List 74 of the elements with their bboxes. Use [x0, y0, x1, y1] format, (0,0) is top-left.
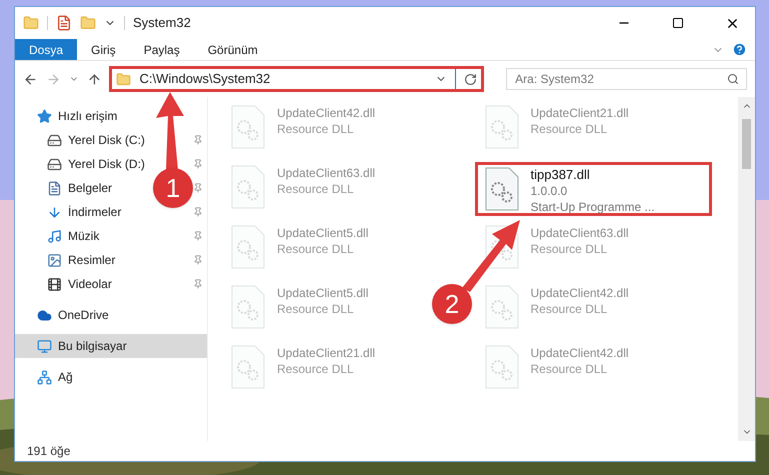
refresh-icon[interactable]: [464, 72, 478, 86]
address-bar[interactable]: C:\Windows\System32: [109, 66, 484, 92]
file-detail: Resource DLL: [277, 241, 355, 257]
file-detail: Resource DLL: [530, 301, 608, 317]
file-name: UpdateClient21.dll: [277, 345, 376, 361]
drive-icon: [47, 156, 62, 172]
nav-item[interactable]: Bu bilgisayar: [15, 334, 207, 358]
file-name: UpdateClient21.dll: [530, 105, 629, 121]
help-icon[interactable]: [732, 42, 747, 57]
search-icon: [726, 73, 739, 85]
folder-icon: [116, 72, 132, 86]
file-detail: Resource DLL: [277, 361, 355, 377]
file-detail: Resource DLL: [530, 361, 608, 377]
nav-item[interactable]: Yerel Disk (D:): [47, 155, 145, 173]
ribbon-tab[interactable]: Dosya: [15, 39, 78, 60]
search-field[interactable]: Ara: System32: [506, 68, 747, 90]
new-folder-icon: [80, 15, 96, 31]
gear-file-icon: [484, 105, 518, 149]
file-detail: Resource DLL: [277, 301, 355, 317]
ribbon-tab[interactable]: Paylaş: [130, 39, 194, 60]
file-detail: Resource DLL: [277, 181, 355, 197]
file-detail: Resource DLL: [530, 121, 608, 137]
file-name: UpdateClient42.dll: [530, 345, 629, 361]
ribbon-tab[interactable]: Giriş: [77, 39, 130, 60]
file-name: tipp387.dll: [530, 167, 591, 183]
nav-item[interactable]: Resimler: [47, 251, 116, 269]
folder-icon: [23, 15, 39, 31]
file-name: UpdateClient5.dll: [277, 225, 368, 241]
item-count: 191 öğe: [27, 443, 70, 460]
address-path: C:\Windows\System32: [139, 70, 272, 88]
gear-file-icon: [484, 345, 518, 389]
file-name: UpdateClient63.dll: [277, 165, 376, 181]
maximize-icon: [672, 17, 684, 29]
music-note-icon: [47, 228, 62, 244]
nav-item[interactable]: OneDrive: [15, 303, 207, 327]
film-icon: [47, 276, 62, 292]
file-name: UpdateClient42.dll: [530, 285, 629, 301]
gear-file-icon: [231, 345, 265, 389]
properties-icon: [56, 15, 72, 31]
back-icon[interactable]: [23, 72, 38, 86]
gear-file-icon: [231, 225, 265, 269]
window-title: System32: [133, 14, 191, 32]
ribbon-tab[interactable]: Görünüm: [194, 39, 272, 60]
monitor-icon: [37, 338, 52, 354]
gear-file-icon: [484, 167, 518, 211]
file-detail: Start-Up Programme ...: [530, 199, 655, 215]
nav-item[interactable]: Belgeler: [47, 179, 112, 197]
gear-file-icon: [231, 285, 265, 329]
file-name: UpdateClient42.dll: [277, 105, 376, 121]
image-icon: [47, 252, 62, 268]
nav-item[interactable]: Yerel Disk (C:): [47, 131, 145, 149]
network-icon: [37, 370, 52, 384]
download-arrow-icon: [47, 204, 62, 220]
file-detail: 1.0.0.0: [530, 183, 568, 199]
file-detail: Resource DLL: [530, 241, 608, 257]
gear-file-icon: [231, 105, 265, 149]
file-item[interactable]: tipp387.dll 1.0.0.0 Start-Up Programme ...: [474, 162, 712, 216]
gear-file-icon: [231, 165, 265, 209]
gear-file-icon: [484, 285, 518, 329]
nav-item[interactable]: Videolar: [47, 275, 112, 293]
file-name: UpdateClient5.dll: [277, 285, 368, 301]
nav-item[interactable]: İndirmeler: [47, 203, 122, 221]
scrollbar-thumb[interactable]: [742, 119, 751, 169]
star-icon: [37, 108, 52, 124]
up-icon[interactable]: [86, 72, 102, 86]
file-detail: Resource DLL: [277, 121, 355, 137]
nav-item[interactable]: Hızlı erişim: [15, 104, 207, 128]
annotation-arrow: [462, 220, 520, 292]
cloud-icon: [37, 308, 52, 322]
file-name: UpdateClient63.dll: [530, 225, 629, 241]
nav-item[interactable]: Ağ: [15, 365, 207, 389]
document-icon: [47, 180, 62, 196]
nav-item[interactable]: Müzik: [47, 227, 100, 245]
drive-icon: [47, 132, 62, 148]
